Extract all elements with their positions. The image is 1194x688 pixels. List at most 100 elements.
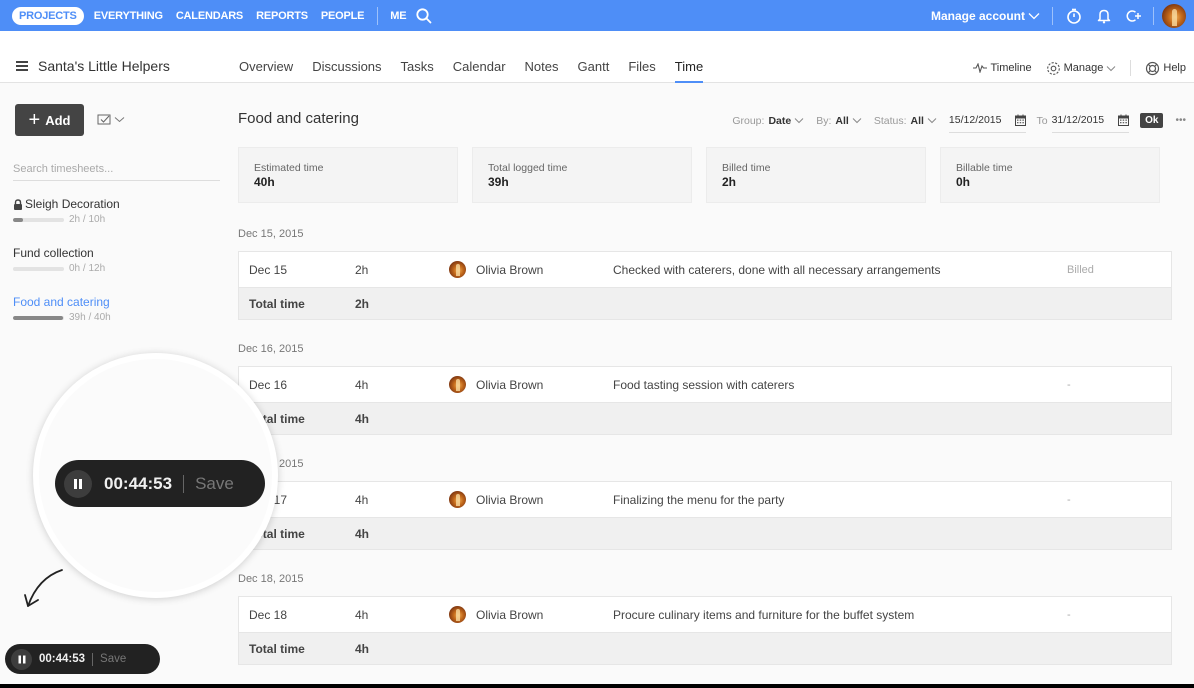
help-label: Help bbox=[1163, 62, 1186, 74]
tab-discussions[interactable]: Discussions bbox=[312, 51, 381, 83]
page: PROJECTS EVERYTHING CALENDARS REPORTS PE… bbox=[0, 0, 1194, 684]
entry-hours: 2h bbox=[355, 262, 369, 277]
entry-description: Procure culinary items and furniture for… bbox=[613, 607, 915, 622]
total-row: Total time 2h bbox=[239, 287, 1171, 319]
entry-user: Olivia Brown bbox=[449, 376, 543, 393]
tab-gantt[interactable]: Gantt bbox=[578, 51, 610, 83]
total-row: Total time 4h bbox=[239, 402, 1171, 434]
chevron-down-icon bbox=[927, 118, 937, 124]
nav-reports[interactable]: REPORTS bbox=[256, 10, 308, 22]
manage-account-button[interactable]: Manage account bbox=[931, 9, 1040, 23]
date-group: Dec 16, 2015 Dec 16 4h Olivia Brown Food… bbox=[238, 343, 1172, 435]
more-options-icon[interactable]: ••• bbox=[1175, 115, 1186, 126]
tab-tasks[interactable]: Tasks bbox=[401, 51, 434, 83]
group-date: Dec 15, 2015 bbox=[238, 228, 304, 240]
account-divider-2 bbox=[1153, 6, 1154, 25]
time-entry-row[interactable]: Dec 16 4h Olivia Brown Food tasting sess… bbox=[239, 367, 1171, 402]
by-dropdown[interactable]: All bbox=[835, 115, 862, 127]
account-area: Manage account bbox=[931, 0, 1186, 31]
tab-files[interactable]: Files bbox=[628, 51, 655, 83]
manage-button[interactable]: Manage bbox=[1046, 61, 1117, 76]
save-timer-button[interactable]: Save bbox=[195, 474, 234, 494]
filter-bar: Group: Date By: All Status: All 15/12/20… bbox=[732, 108, 1186, 133]
timer-divider bbox=[92, 652, 94, 666]
by-label: By: bbox=[816, 114, 832, 127]
timesheet-progress-bar bbox=[13, 315, 64, 320]
to-date-input[interactable]: 31/12/2015 bbox=[1051, 114, 1130, 133]
entry-hours: 4h bbox=[355, 377, 369, 392]
add-timesheet-button[interactable]: + Add bbox=[15, 104, 84, 136]
add-label: Add bbox=[45, 112, 71, 128]
timesheet-item-food-and-catering[interactable]: Food and catering 39h / 40h bbox=[13, 295, 213, 323]
timeline-label: Timeline bbox=[990, 62, 1032, 74]
time-entry-row[interactable]: Dec 15 2h Olivia Brown Checked with cate… bbox=[239, 252, 1171, 287]
bell-icon[interactable] bbox=[1095, 7, 1113, 25]
to-label: To bbox=[1036, 114, 1048, 127]
project-menu[interactable]: Santa's Little Helpers bbox=[16, 58, 170, 74]
entry-date: Dec 16 bbox=[249, 377, 288, 392]
date-group: Dec 15, 2015 Dec 15 2h Olivia Brown Chec… bbox=[238, 228, 1172, 320]
time-entry-row[interactable]: Dec 18 4h Olivia Brown Procure culinary … bbox=[239, 597, 1171, 632]
timesheet-progress-bar bbox=[13, 217, 64, 222]
tab-overview[interactable]: Overview bbox=[239, 51, 293, 83]
timer-magnifier-callout: 00:44:53 Save bbox=[33, 353, 278, 598]
stat-billed-time: Billed time 2h bbox=[706, 147, 926, 203]
tab-time[interactable]: Time bbox=[674, 51, 704, 83]
status-dropdown[interactable]: All bbox=[911, 115, 937, 127]
search-icon[interactable] bbox=[415, 7, 433, 25]
tab-notes[interactable]: Notes bbox=[525, 51, 559, 83]
total-row: Total time 4h bbox=[239, 517, 1171, 549]
entry-description: Finalizing the menu for the party bbox=[613, 492, 785, 507]
invite-icon[interactable] bbox=[1125, 7, 1143, 25]
timer-widget: 00:44:53 Save bbox=[5, 644, 160, 674]
group-date: Dec 16, 2015 bbox=[238, 343, 304, 355]
entry-user: Olivia Brown bbox=[449, 261, 543, 278]
stopwatch-icon[interactable] bbox=[1065, 7, 1083, 25]
pause-icon bbox=[74, 478, 82, 489]
timesheet-hours: 39h / 40h bbox=[69, 312, 111, 323]
timesheet-item-sleigh-decoration[interactable]: Sleigh Decoration 2h / 10h bbox=[13, 197, 213, 225]
timer-elapsed: 00:44:53 bbox=[39, 653, 86, 665]
apply-date-button[interactable]: Ok bbox=[1140, 113, 1164, 128]
total-hours: 4h bbox=[355, 411, 370, 426]
tab-calendar[interactable]: Calendar bbox=[453, 51, 506, 83]
pause-timer-button[interactable] bbox=[11, 648, 32, 670]
time-summary: Estimated time 40h Total logged time 39h… bbox=[238, 147, 1160, 203]
avatar bbox=[449, 491, 466, 508]
total-row: Total time 4h bbox=[239, 632, 1171, 664]
entry-status: - bbox=[1067, 493, 1071, 506]
help-button[interactable]: Help bbox=[1145, 61, 1186, 76]
nav-calendars[interactable]: CALENDARS bbox=[176, 10, 243, 22]
nav-divider bbox=[377, 6, 379, 25]
project-bar: Santa's Little Helpers Overview Discussi… bbox=[0, 31, 1194, 83]
user-avatar[interactable] bbox=[1162, 3, 1186, 28]
nav-everything[interactable]: EVERYTHING bbox=[94, 10, 163, 22]
time-entries-table: Dec 18 4h Olivia Brown Procure culinary … bbox=[238, 596, 1172, 665]
progress-fill bbox=[13, 315, 63, 320]
timesheet-filter-dropdown[interactable] bbox=[97, 113, 125, 125]
timeline-button[interactable]: Timeline bbox=[973, 62, 1032, 74]
timesheet-title: Food and catering bbox=[238, 110, 359, 127]
save-timer-button[interactable]: Save bbox=[100, 653, 126, 665]
entry-user: Olivia Brown bbox=[449, 491, 543, 508]
timer-widget-magnified: 00:44:53 Save bbox=[55, 460, 265, 507]
total-label: Total time bbox=[249, 296, 305, 311]
nav-projects[interactable]: PROJECTS bbox=[12, 6, 84, 25]
status-label: Status: bbox=[873, 114, 907, 127]
search-timesheets-input[interactable] bbox=[13, 157, 220, 181]
from-date-input[interactable]: 15/12/2015 bbox=[948, 114, 1027, 133]
timesheet-item-fund-collection[interactable]: Fund collection 0h / 12h bbox=[13, 246, 213, 274]
nav-me[interactable]: ME bbox=[390, 10, 406, 22]
stat-total-logged-time: Total logged time 39h bbox=[472, 147, 692, 203]
checkbox-folder-icon bbox=[97, 114, 111, 125]
calendar-icon bbox=[1015, 114, 1027, 126]
time-entries-table: Dec 16 4h Olivia Brown Food tasting sess… bbox=[238, 366, 1172, 435]
nav-people[interactable]: PEOPLE bbox=[321, 10, 365, 22]
account-divider bbox=[1052, 6, 1053, 25]
pause-icon bbox=[18, 655, 25, 663]
group-dropdown[interactable]: Date bbox=[768, 115, 804, 127]
group-date: Dec 17, 2015 bbox=[238, 458, 304, 470]
time-entry-row[interactable]: Dec 17 4h Olivia Brown Finalizing the me… bbox=[239, 482, 1171, 517]
entry-date: Dec 18 bbox=[249, 607, 288, 622]
pause-timer-button[interactable] bbox=[64, 469, 92, 498]
